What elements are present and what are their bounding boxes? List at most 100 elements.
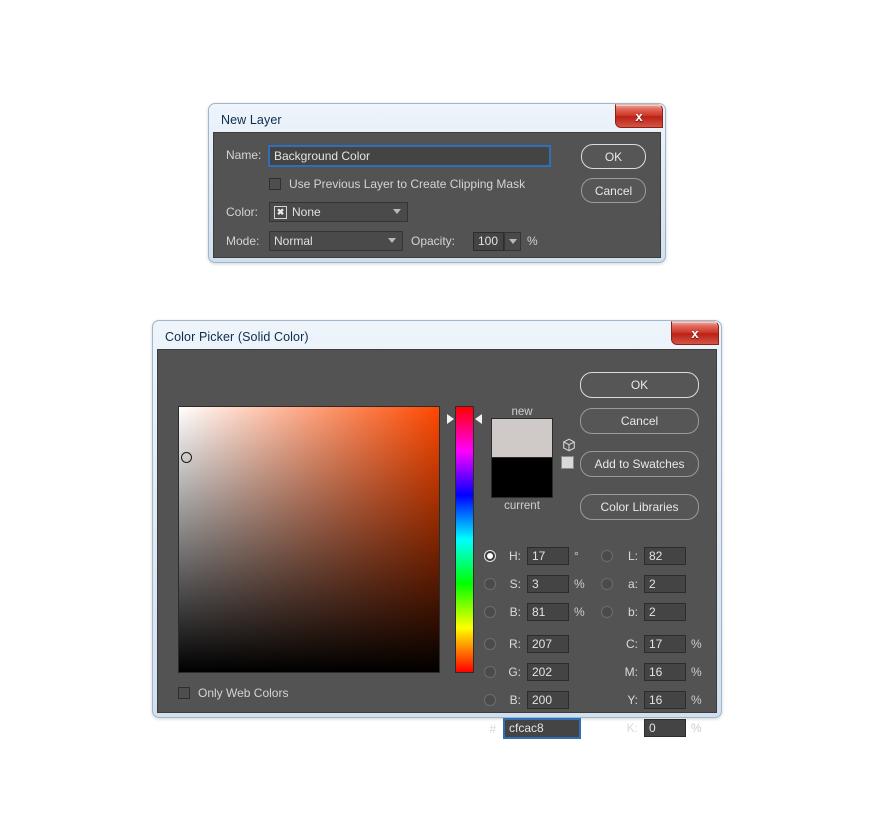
- add-to-swatches-button[interactable]: Add to Swatches: [580, 451, 699, 477]
- label-s: S:: [503, 577, 521, 591]
- layer-name-input[interactable]: Background Color: [269, 146, 550, 166]
- input-g[interactable]: 202: [527, 663, 569, 681]
- opacity-label: Opacity:: [411, 234, 455, 248]
- hex-input[interactable]: cfcac8: [504, 719, 580, 738]
- clipping-mask-row[interactable]: Use Previous Layer to Create Clipping Ma…: [269, 177, 525, 191]
- label-lab-a: a:: [620, 577, 638, 591]
- radio-lab-b[interactable]: [601, 606, 613, 618]
- out-of-gamut-warning-icon[interactable]: [562, 438, 576, 452]
- only-web-colors-row[interactable]: Only Web Colors: [178, 686, 288, 700]
- close-button[interactable]: x: [671, 321, 719, 345]
- ok-button[interactable]: OK: [581, 144, 646, 169]
- hue-slider-handle-left[interactable]: [447, 414, 454, 424]
- rgb-row-b: B: 200: [484, 691, 569, 709]
- rgb-row-g: G: 202: [484, 663, 569, 681]
- radio-b-blue[interactable]: [484, 694, 496, 706]
- input-s[interactable]: 3: [527, 575, 569, 593]
- input-r[interactable]: 207: [527, 635, 569, 653]
- label-c: C:: [620, 637, 638, 651]
- new-layer-titlebar: New Layer x: [212, 107, 662, 132]
- close-button[interactable]: x: [615, 104, 663, 128]
- input-y[interactable]: 16: [644, 691, 686, 709]
- radio-s[interactable]: [484, 578, 496, 590]
- opacity-input[interactable]: 100: [473, 232, 504, 251]
- cmyk-row-k: K: 0 %: [620, 719, 702, 737]
- hsb-row-s: S: 3 %: [484, 575, 585, 593]
- unit-s: %: [574, 577, 585, 591]
- hue-slider-handle-right[interactable]: [475, 414, 482, 424]
- saturation-brightness-field[interactable]: [178, 406, 440, 673]
- chevron-down-icon: [509, 239, 517, 244]
- close-icon: x: [635, 110, 642, 123]
- mode-label: Mode:: [226, 234, 259, 248]
- brightness-gradient-layer: [179, 407, 439, 672]
- mode-select[interactable]: Normal: [269, 231, 403, 251]
- ok-button[interactable]: OK: [580, 372, 699, 398]
- no-color-icon: ✖: [274, 206, 287, 219]
- radio-lab-l[interactable]: [601, 550, 613, 562]
- input-b-blue[interactable]: 200: [527, 691, 569, 709]
- mode-row: Mode:: [226, 234, 259, 248]
- input-lab-b[interactable]: 2: [644, 603, 686, 621]
- unit-h: °: [574, 549, 579, 563]
- hue-slider[interactable]: [455, 406, 474, 673]
- color-select[interactable]: ✖ None: [269, 202, 408, 222]
- hsb-row-b: B: 81 %: [484, 603, 585, 621]
- name-label: Name:: [226, 148, 261, 162]
- cancel-button[interactable]: Cancel: [581, 178, 646, 203]
- swatch-new: [491, 418, 553, 458]
- name-row: Name:: [226, 148, 261, 162]
- label-m: M:: [620, 665, 638, 679]
- color-preview: new current: [491, 406, 553, 512]
- radio-g[interactable]: [484, 666, 496, 678]
- close-icon: x: [691, 327, 698, 340]
- color-select-value: None: [292, 205, 321, 219]
- radio-r[interactable]: [484, 638, 496, 650]
- radio-b-brightness[interactable]: [484, 606, 496, 618]
- clipping-mask-checkbox[interactable]: [269, 178, 281, 190]
- input-h[interactable]: 17: [527, 547, 569, 565]
- input-lab-l[interactable]: 82: [644, 547, 686, 565]
- unit-c: %: [691, 637, 702, 651]
- lab-row-l: L: 82: [601, 547, 686, 565]
- chevron-down-icon: [388, 238, 396, 243]
- label-y: Y:: [620, 693, 638, 707]
- opacity-stepper[interactable]: [504, 232, 521, 251]
- radio-lab-a[interactable]: [601, 578, 613, 590]
- color-libraries-button[interactable]: Color Libraries: [580, 494, 699, 520]
- hex-label: #: [484, 722, 496, 736]
- color-picker-titlebar: Color Picker (Solid Color) x: [156, 324, 718, 349]
- input-m[interactable]: 16: [644, 663, 686, 681]
- color-picker-title: Color Picker (Solid Color): [156, 330, 309, 344]
- lab-row-b: b: 2: [601, 603, 686, 621]
- swatch-current-label: current: [491, 500, 553, 512]
- cancel-button[interactable]: Cancel: [580, 408, 699, 434]
- opacity-row: Opacity:: [411, 234, 455, 248]
- new-layer-body: Name: Background Color Use Previous Laye…: [213, 132, 661, 258]
- label-k: K:: [620, 721, 638, 735]
- hex-row: # cfcac8: [484, 719, 580, 738]
- input-c[interactable]: 17: [644, 635, 686, 653]
- input-b-brightness[interactable]: 81: [527, 603, 569, 621]
- unit-b-brightness: %: [574, 605, 585, 619]
- label-lab-b: b:: [620, 605, 638, 619]
- radio-h[interactable]: [484, 550, 496, 562]
- web-safe-color-chip[interactable]: [561, 456, 574, 469]
- label-g: G:: [503, 665, 521, 679]
- color-picker-body: new current Only Web Colors OK Cancel Ad…: [157, 349, 717, 713]
- label-b-blue: B:: [503, 693, 521, 707]
- unit-m: %: [691, 665, 702, 679]
- label-h: H:: [503, 549, 521, 563]
- color-row: Color:: [226, 205, 258, 219]
- lab-row-a: a: 2: [601, 575, 686, 593]
- cmyk-row-m: M: 16 %: [620, 663, 702, 681]
- swatch-current[interactable]: [491, 458, 553, 498]
- input-lab-a[interactable]: 2: [644, 575, 686, 593]
- opacity-unit: %: [527, 234, 538, 248]
- input-k[interactable]: 0: [644, 719, 686, 737]
- only-web-colors-checkbox[interactable]: [178, 687, 190, 699]
- new-layer-title: New Layer: [212, 113, 282, 127]
- label-lab-l: L:: [620, 549, 638, 563]
- new-layer-dialog: New Layer x Name: Background Color Use P…: [208, 103, 666, 263]
- cmyk-row-c: C: 17 %: [620, 635, 702, 653]
